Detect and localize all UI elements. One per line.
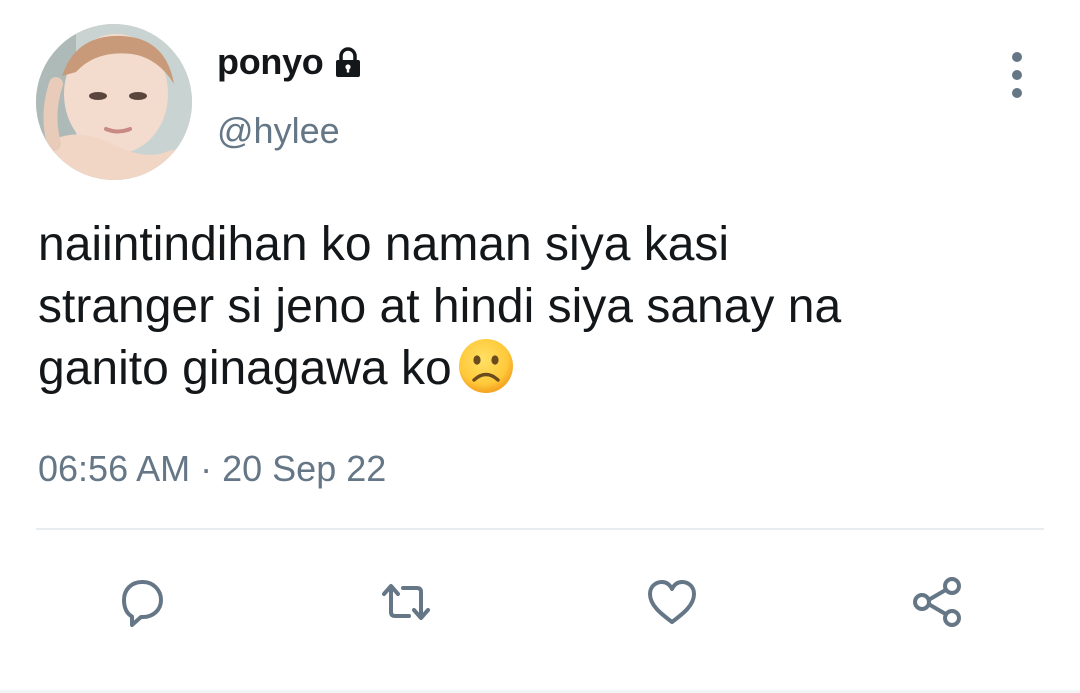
- more-dot: [1012, 70, 1022, 80]
- more-dot: [1012, 52, 1022, 62]
- tweet-text-line: stranger si jeno at hindi siya sanay na: [38, 280, 842, 333]
- tweet-text-line: naiintindihan ko naman siya kasi: [38, 218, 730, 271]
- lock-icon: [336, 47, 361, 77]
- heart-icon: [648, 580, 696, 624]
- more-vertical-icon[interactable]: [1000, 52, 1034, 98]
- display-name[interactable]: ponyo: [217, 41, 324, 83]
- divider: [36, 528, 1044, 530]
- author-handle[interactable]: @hylee: [217, 110, 340, 152]
- tweet-card: ponyo @hylee naiintindihan ko naman siya…: [0, 0, 1080, 693]
- share-button[interactable]: [906, 570, 970, 634]
- more-dot: [1012, 88, 1022, 98]
- tweet-text-line: ganito ginagawa ko: [38, 342, 452, 395]
- author-name-row[interactable]: ponyo: [217, 41, 365, 83]
- share-icon: [913, 577, 961, 627]
- avatar-photo: [36, 24, 192, 180]
- tweet-timestamp[interactable]: 06:56 AM · 20 Sep 22: [38, 448, 386, 490]
- tweet-text: naiintindihan ko naman siya kasi strange…: [38, 214, 1038, 400]
- frowning-face-emoji: [458, 339, 513, 393]
- timestamp-separator: ·: [200, 448, 213, 489]
- reply-icon: [122, 580, 163, 627]
- tweet-date: 20 Sep 22: [222, 448, 387, 489]
- action-bar: [0, 560, 1080, 640]
- tweet-time: 06:56 AM: [38, 448, 191, 489]
- retweet-icon: [382, 584, 430, 620]
- reply-button[interactable]: [108, 570, 172, 634]
- tweet-text-line-with-emoji: ganito ginagawa ko: [38, 338, 1038, 400]
- avatar[interactable]: [36, 24, 192, 180]
- like-button[interactable]: [640, 570, 704, 634]
- retweet-button[interactable]: [374, 570, 438, 634]
